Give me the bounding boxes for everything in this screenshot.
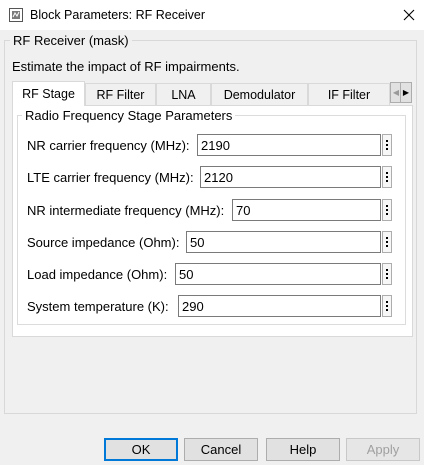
source-impedance-field[interactable] [186, 231, 381, 253]
close-icon [403, 9, 415, 21]
cancel-button[interactable]: Cancel [184, 438, 258, 461]
param-label-nr-intermediate-frequency: NR intermediate frequency (MHz): [27, 203, 225, 218]
param-label-nr-carrier-frequency: NR carrier frequency (MHz): [27, 138, 190, 153]
close-button[interactable] [394, 0, 424, 30]
kebab-menu-icon [386, 205, 388, 207]
source-impedance-menu-button[interactable] [382, 231, 392, 253]
kebab-menu-icon [386, 237, 388, 239]
window-title: Block Parameters: RF Receiver [30, 8, 206, 22]
kebab-menu-icon [386, 269, 388, 271]
kebab-menu-icon [386, 172, 388, 174]
param-label-source-impedance: Source impedance (Ohm): [27, 235, 180, 250]
nr-carrier-frequency-field[interactable] [197, 134, 381, 156]
kebab-menu-icon [386, 301, 388, 303]
kebab-menu-icon [386, 140, 388, 142]
title-bar: Block Parameters: RF Receiver [0, 0, 424, 30]
dialog-window: Block Parameters: RF Receiver RF Receive… [0, 0, 424, 465]
nr-intermediate-frequency-field[interactable] [232, 199, 381, 221]
section-title: Radio Frequency Stage Parameters [22, 108, 236, 123]
tab-rf-stage[interactable]: RF Stage [12, 81, 85, 106]
chevron-right-icon: ▶ [402, 88, 410, 97]
param-label-load-impedance: Load impedance (Ohm): [27, 267, 168, 282]
load-impedance-menu-button[interactable] [382, 263, 392, 285]
param-label-system-temperature: System temperature (K): [27, 299, 169, 314]
lte-carrier-frequency-menu-button[interactable] [382, 166, 392, 188]
chevron-left-icon: ◀ [392, 88, 400, 97]
tab-lna[interactable]: LNA [156, 83, 211, 105]
lte-carrier-frequency-field[interactable] [200, 166, 381, 188]
mask-description: Estimate the impact of RF impairments. [12, 59, 240, 74]
param-label-lte-carrier-frequency: LTE carrier frequency (MHz): [27, 170, 194, 185]
tab-rf-filter[interactable]: RF Filter [85, 83, 156, 105]
apply-button[interactable]: Apply [346, 438, 420, 461]
simulink-block-icon [9, 8, 23, 22]
tab-strip: RF Stage RF Filter LNA Demodulator IF Fi… [12, 81, 412, 106]
nr-intermediate-frequency-menu-button[interactable] [382, 199, 392, 221]
mask-group-label: RF Receiver (mask) [10, 33, 132, 48]
tab-scroll-right-button[interactable]: ▶ [400, 82, 412, 103]
system-temperature-field[interactable] [178, 295, 381, 317]
nr-carrier-frequency-menu-button[interactable] [382, 134, 392, 156]
tab-demodulator[interactable]: Demodulator [211, 83, 308, 105]
tab-if-filter[interactable]: IF Filter [308, 83, 390, 105]
help-button[interactable]: Help [266, 438, 340, 461]
load-impedance-field[interactable] [175, 263, 381, 285]
system-temperature-menu-button[interactable] [382, 295, 392, 317]
ok-button[interactable]: OK [104, 438, 178, 461]
